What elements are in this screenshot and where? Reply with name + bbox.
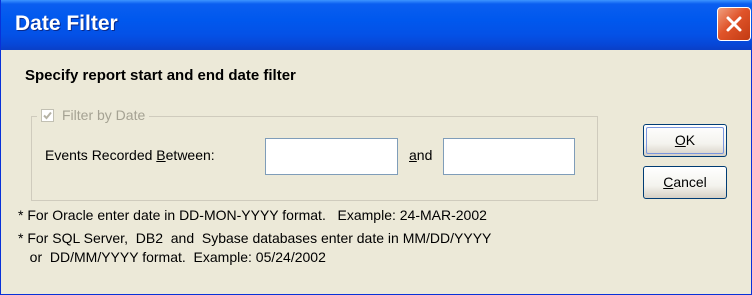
- dialog-heading: Specify report start and end date filter: [25, 67, 296, 84]
- date-filter-dialog: Date Filter Specify report start and end…: [0, 0, 752, 295]
- cancel-mnemonic: C: [663, 174, 674, 190]
- events-recorded-between-label: Events Recorded Between:: [45, 147, 215, 163]
- and-label-mnemonic: a: [409, 147, 417, 163]
- end-date-input[interactable]: [443, 138, 575, 175]
- filter-by-date-checkbox[interactable]: [41, 108, 54, 122]
- filter-by-date-label: Filter by Date: [62, 107, 146, 123]
- events-label-prefix: Events Recorded: [45, 147, 157, 163]
- events-label-suffix: etween:: [165, 147, 215, 163]
- title-bar[interactable]: Date Filter: [1, 0, 752, 50]
- ok-button[interactable]: OK: [643, 124, 727, 157]
- oracle-date-note: * For Oracle enter date in DD-MON-YYYY f…: [18, 207, 487, 223]
- sql-server-date-note: * For SQL Server, DB2 and Sybase databas…: [18, 230, 492, 246]
- and-label: and: [409, 147, 432, 163]
- checkmark-icon: [43, 111, 52, 119]
- filter-by-date-checkbox-row: Filter by Date: [37, 107, 150, 123]
- close-button[interactable]: [717, 7, 751, 41]
- dialog-title: Date Filter: [15, 12, 118, 35]
- start-date-input[interactable]: [265, 138, 398, 175]
- sql-server-date-note-continued: or DD/MM/YYYY format. Example: 05/24/200…: [18, 249, 326, 265]
- and-label-suffix: nd: [416, 147, 433, 163]
- close-icon: [726, 16, 742, 32]
- ok-button-focus-ring: [646, 127, 724, 154]
- cancel-suffix: ancel: [673, 174, 707, 190]
- events-label-mnemonic: B: [156, 147, 166, 163]
- cancel-button[interactable]: Cancel: [643, 166, 727, 199]
